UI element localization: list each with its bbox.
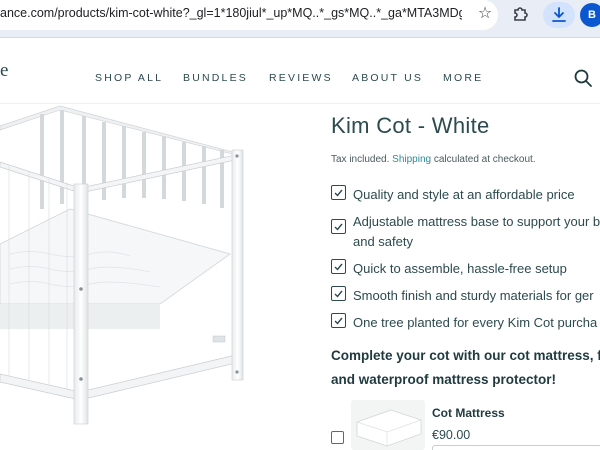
cot-mattress-name: Cot Mattress: [432, 406, 505, 420]
feature-text: One tree planted for every Kim Cot purch…: [353, 315, 598, 330]
checkmark-icon: [331, 286, 346, 301]
nav-bundles[interactable]: BUNDLES: [183, 72, 248, 84]
url-text[interactable]: ance.com/products/kim-cot-white?_gl=1*18…: [0, 6, 462, 20]
add-cot-mattress-checkbox[interactable]: [331, 431, 344, 444]
upsell-heading-line1: Complete your cot with our cot mattress,…: [331, 348, 600, 363]
site-logo[interactable]: e: [0, 60, 8, 82]
upsell-heading-line2: and waterproof mattress protector!: [331, 372, 557, 387]
cot-mattress-price: €90.00: [432, 428, 471, 442]
site-header: e SHOP ALL BUNDLES REVIEWS ABOUT US MORE: [0, 38, 600, 104]
feature-text: Adjustable mattress base to support your…: [353, 214, 600, 229]
nav-about-us[interactable]: ABOUT US: [352, 72, 423, 84]
nav-reviews[interactable]: REVIEWS: [269, 72, 333, 84]
tax-note: Tax included. Shipping calculated at che…: [331, 154, 536, 165]
browser-toolbar: ance.com/products/kim-cot-white?_gl=1*18…: [0, 0, 600, 38]
download-button[interactable]: [543, 2, 575, 28]
extensions-puzzle-icon[interactable]: [511, 4, 531, 24]
nav-more[interactable]: MORE: [443, 72, 483, 84]
feature-text: Quality and style at an affordable price: [353, 187, 575, 202]
checkmark-icon: [331, 185, 346, 200]
checkmark-icon: [331, 313, 346, 328]
tax-suffix: calculated at checkout.: [433, 154, 536, 165]
nav-shop-all[interactable]: SHOP ALL: [95, 72, 163, 84]
tax-prefix: Tax included.: [331, 154, 390, 165]
checkmark-icon: [331, 219, 346, 234]
mattress-image: [356, 409, 422, 447]
upsell-heading: Complete your cot with our cot mattress,…: [331, 344, 600, 392]
feature-text-line2: and safety: [353, 234, 413, 249]
mattress-variant-select[interactable]: [432, 445, 600, 450]
product-title: Kim Cot - White: [331, 113, 490, 138]
feature-text: Quick to assemble, hassle-free setup: [353, 261, 567, 276]
bookmark-star-icon[interactable]: ☆: [476, 3, 494, 25]
cot-mattress-thumbnail[interactable]: [351, 400, 425, 450]
address-bar[interactable]: ance.com/products/kim-cot-white?_gl=1*18…: [0, 0, 498, 30]
search-icon[interactable]: [573, 68, 593, 88]
product-image-cot[interactable]: [0, 104, 300, 450]
checkmark-icon: [331, 259, 346, 274]
download-icon: [552, 7, 566, 22]
feature-text: Smooth finish and sturdy materials for g…: [353, 288, 594, 303]
profile-avatar[interactable]: B: [580, 3, 600, 27]
shipping-link[interactable]: Shipping: [392, 154, 431, 165]
